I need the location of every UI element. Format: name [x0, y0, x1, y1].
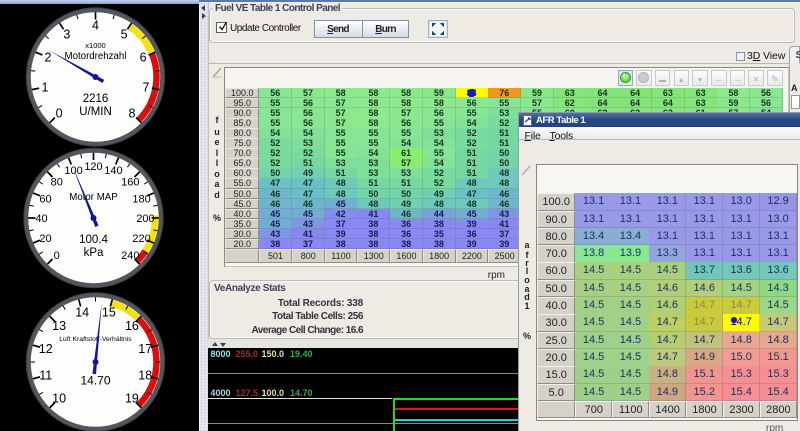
svg-text:12: 12: [39, 342, 53, 356]
svg-text:80: 80: [51, 176, 63, 188]
svg-text:60: 60: [39, 193, 51, 205]
svg-text:40: 40: [35, 213, 47, 225]
svg-text:13: 13: [52, 319, 66, 333]
svg-text:14.70: 14.70: [80, 374, 110, 388]
svg-text:10: 10: [52, 392, 66, 406]
svg-text:160: 160: [121, 176, 139, 188]
svg-text:11: 11: [39, 369, 52, 383]
svg-text:18: 18: [138, 369, 152, 383]
svg-text:200: 200: [136, 213, 154, 225]
svg-text:6: 6: [140, 50, 147, 64]
svg-text:17: 17: [138, 342, 152, 356]
svg-text:U/MIN: U/MIN: [79, 106, 112, 118]
svg-text:16: 16: [125, 319, 139, 333]
svg-text:15: 15: [102, 305, 116, 319]
svg-text:180: 180: [132, 193, 150, 205]
svg-text:140: 140: [104, 165, 122, 177]
svg-text:0: 0: [56, 107, 63, 121]
svg-text:240: 240: [121, 250, 139, 262]
svg-text:19: 19: [125, 392, 139, 406]
svg-text:kPa: kPa: [84, 247, 104, 259]
svg-text:2: 2: [44, 50, 51, 64]
svg-text:100.4: 100.4: [79, 234, 108, 246]
svg-text:14: 14: [75, 305, 89, 319]
svg-text:1: 1: [42, 80, 49, 94]
svg-text:0: 0: [54, 250, 60, 262]
svg-text:Motordrehzahl: Motordrehzahl: [65, 51, 127, 62]
svg-text:Motor MAP: Motor MAP: [69, 192, 117, 203]
svg-text:7: 7: [143, 80, 150, 94]
svg-text:4: 4: [92, 19, 99, 33]
svg-text:Luft Kraftstoff-Verhältnis: Luft Kraftstoff-Verhältnis: [59, 336, 132, 343]
svg-text:x1000: x1000: [85, 41, 105, 50]
svg-text:220: 220: [132, 233, 150, 245]
svg-text:20: 20: [39, 233, 51, 245]
svg-text:120: 120: [84, 161, 102, 173]
svg-text:3: 3: [63, 27, 70, 41]
svg-text:100: 100: [64, 165, 82, 177]
svg-text:2216: 2216: [83, 93, 109, 105]
svg-text:8: 8: [128, 107, 135, 121]
svg-text:5: 5: [121, 27, 128, 41]
